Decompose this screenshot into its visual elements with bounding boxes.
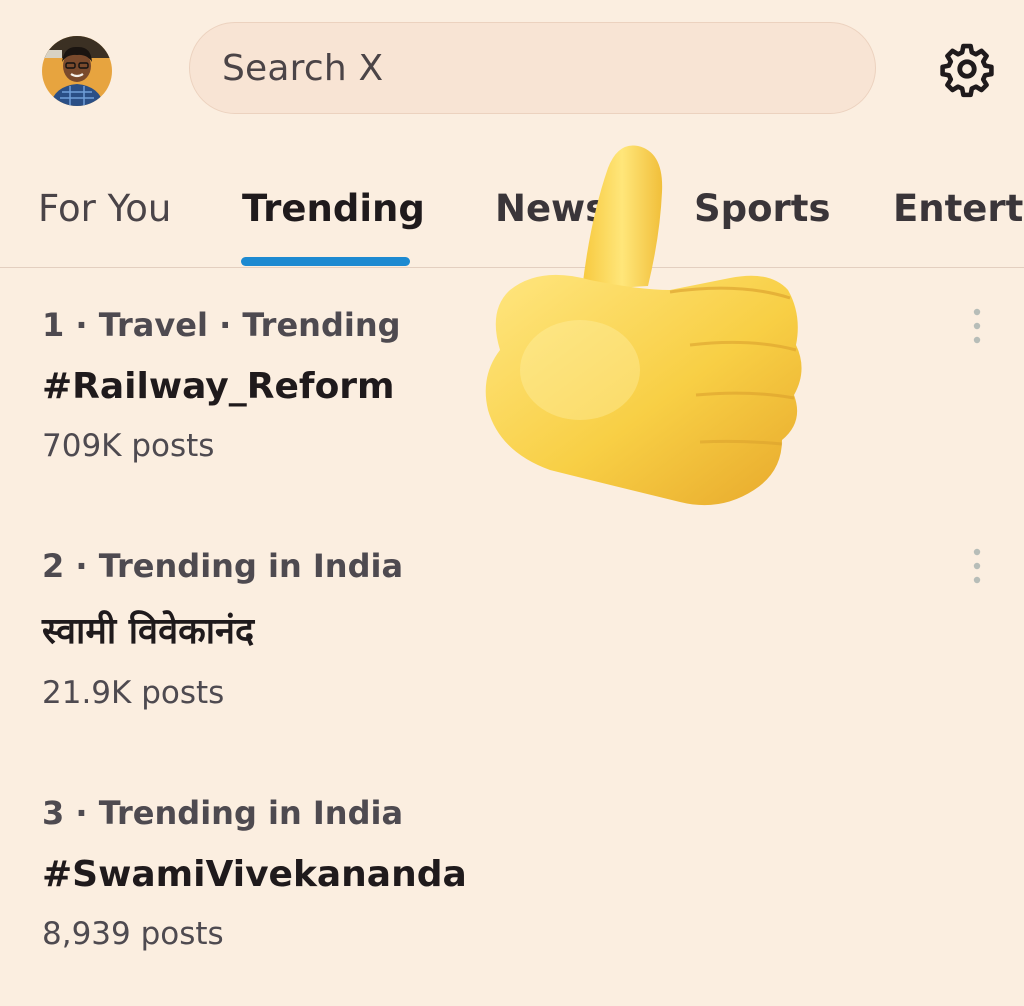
trend-post-count: 21.9K posts xyxy=(42,675,225,711)
trend-title: स्वामी विवेकानंद xyxy=(42,611,255,652)
more-options-icon[interactable] xyxy=(970,306,984,346)
gear-icon xyxy=(940,43,994,98)
trend-meta: 2 · Trending in India xyxy=(42,547,404,585)
user-avatar-icon xyxy=(42,36,112,106)
trend-item[interactable]: 3 · Trending in India #SwamiVivekananda … xyxy=(42,788,982,968)
active-tab-indicator xyxy=(241,257,410,266)
trend-post-count: 8,939 posts xyxy=(42,916,224,952)
search-placeholder: Search X xyxy=(222,47,384,89)
thumbs-up-emoji-icon xyxy=(485,145,802,506)
trend-title: #SwamiVivekananda xyxy=(42,854,467,895)
trend-meta: 3 · Trending in India xyxy=(42,794,404,832)
tab-trending[interactable]: Trending xyxy=(242,184,425,234)
more-options-icon[interactable] xyxy=(970,546,984,586)
search-input[interactable]: Search X xyxy=(189,22,876,114)
trend-meta: 1 · Travel · Trending xyxy=(42,306,401,344)
tab-entertainment[interactable]: Enterta xyxy=(893,184,1024,234)
trend-title: #Railway_Reform xyxy=(42,366,395,407)
tab-for-you[interactable]: For You xyxy=(38,184,171,234)
settings-button[interactable] xyxy=(938,40,996,98)
trend-item[interactable]: 2 · Trending in India स्वामी विवेकानंद 2… xyxy=(42,541,982,721)
trend-post-count: 709K posts xyxy=(42,428,215,464)
avatar[interactable] xyxy=(42,36,112,106)
